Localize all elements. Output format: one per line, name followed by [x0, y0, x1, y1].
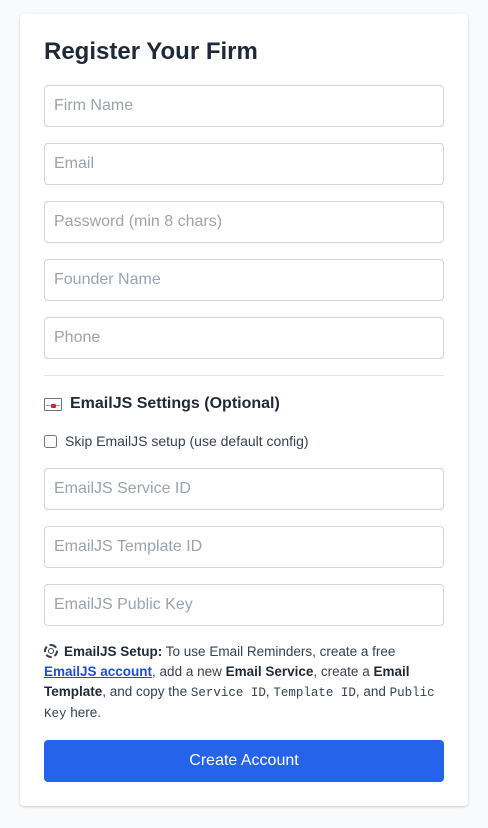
founder-name-input[interactable] [44, 259, 444, 301]
note-text: To use Email Reminders, create a free [162, 644, 396, 659]
firm-name-input[interactable] [44, 85, 444, 127]
note-text: , create a [313, 664, 374, 679]
note-text: , and copy the [102, 684, 191, 699]
emailjs-service-id-input[interactable] [44, 468, 444, 510]
emailjs-template-id-input[interactable] [44, 526, 444, 568]
note-bold: Email Service [225, 664, 314, 679]
note-heading: EmailJS Setup: [64, 644, 163, 659]
emailjs-public-key-input[interactable] [44, 584, 444, 626]
note-text: here. [66, 705, 102, 720]
note-code: Service ID [190, 686, 266, 700]
skip-emailjs-checkbox[interactable] [44, 434, 57, 448]
page-title: Register Your Firm [44, 38, 258, 65]
register-card: Register Your Firm EmailJS Settings (Opt… [20, 14, 468, 806]
note-code: Template ID [273, 686, 356, 700]
emailjs-account-link[interactable]: EmailJS account [44, 664, 152, 679]
phone-input[interactable] [44, 317, 444, 359]
email-input[interactable] [44, 143, 444, 185]
skip-emailjs-label: Skip EmailJS setup (use default config) [65, 433, 309, 449]
note-text: , and [355, 684, 390, 699]
emailjs-setup-note: EmailJS Setup: To use Email Reminders, c… [44, 642, 444, 724]
gear-icon [44, 644, 58, 658]
password-input[interactable] [44, 201, 444, 243]
note-text: , add a new [152, 664, 226, 679]
emailjs-section-title: EmailJS Settings (Optional) [70, 395, 280, 412]
create-account-button[interactable]: Create Account [44, 740, 444, 782]
section-divider [44, 375, 444, 376]
emailjs-section-heading: EmailJS Settings (Optional) [44, 395, 280, 413]
envelope-icon [44, 397, 62, 411]
skip-emailjs-row[interactable]: Skip EmailJS setup (use default config) [44, 433, 309, 449]
